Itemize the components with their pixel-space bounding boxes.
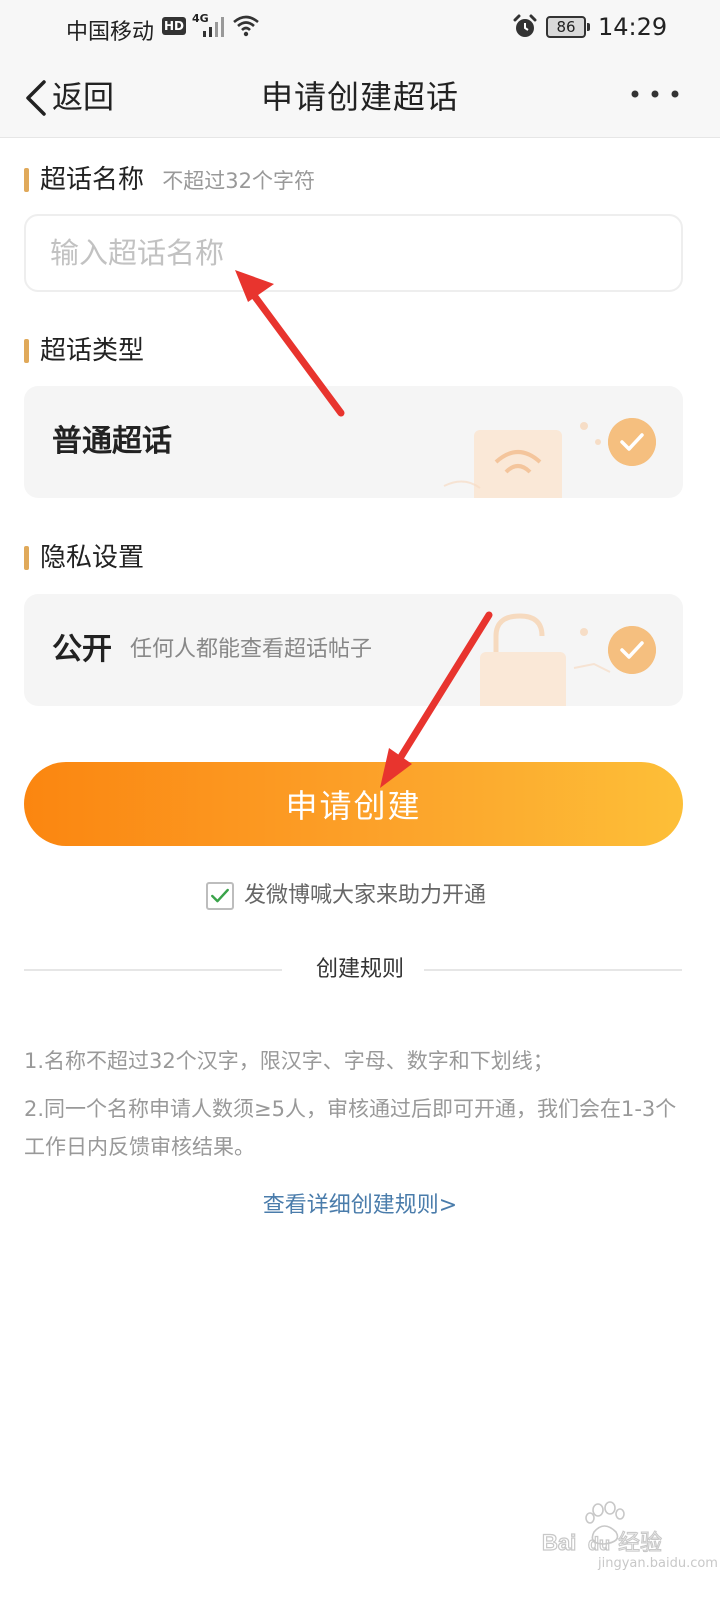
baidu-jingyan-watermark: Bai du 经验 jingyan.baidu.com bbox=[542, 1500, 718, 1580]
apply-create-button[interactable]: 申请创建 bbox=[24, 762, 683, 846]
page-title: 申请创建超话 bbox=[260, 78, 459, 116]
topic-type-option[interactable]: 普通超话 bbox=[24, 386, 683, 498]
name-section-label: 超话名称 bbox=[40, 165, 145, 195]
privacy-description: 任何人都能查看超话帖子 bbox=[130, 637, 373, 662]
privacy-option[interactable]: 公开 任何人都能查看超话帖子 bbox=[24, 594, 683, 706]
carrier-name: 中国移动 bbox=[66, 20, 155, 45]
clock: 14:29 bbox=[598, 13, 668, 41]
type-section-title: 超话类型 bbox=[24, 333, 144, 369]
privacy-section-title: 隐私设置 bbox=[24, 540, 144, 576]
checkbox-checked-icon[interactable] bbox=[206, 882, 234, 910]
more-dots-icon[interactable] bbox=[630, 86, 680, 102]
section-accent-bar bbox=[24, 168, 29, 192]
topic-illustration-icon bbox=[443, 422, 601, 498]
status-bar: 中国移动 HD 4G 86 14:29 bbox=[0, 0, 720, 56]
section-accent-bar bbox=[24, 339, 29, 363]
nav-bar: 返回 申请创建超话 bbox=[0, 56, 720, 138]
hd-badge: HD bbox=[162, 17, 187, 35]
rules-heading: 创建规则 bbox=[315, 957, 404, 982]
battery-indicator: 86 bbox=[546, 16, 590, 38]
svg-text:Bai: Bai bbox=[542, 1530, 576, 1555]
baidu-logo: Bai du 经验 bbox=[542, 1501, 663, 1556]
topic-name-input[interactable] bbox=[24, 214, 683, 292]
watermark-url: jingyan.baidu.com bbox=[598, 1556, 718, 1571]
privacy-section-label: 隐私设置 bbox=[40, 543, 145, 573]
signal-icon bbox=[203, 17, 224, 37]
wifi-icon bbox=[233, 15, 259, 37]
svg-text:du: du bbox=[588, 1534, 610, 1554]
name-length-hint: 不超过32个字符 bbox=[162, 169, 316, 193]
check-circle-icon bbox=[608, 626, 656, 674]
section-accent-bar bbox=[24, 546, 29, 570]
privacy-label: 公开 bbox=[52, 632, 112, 667]
topic-type-label: 普通超话 bbox=[52, 424, 172, 459]
name-section-title: 超话名称 不超过32个字符 bbox=[24, 162, 315, 198]
rule-item-1: 1.名称不超过32个汉字，限汉字、字母、数字和下划线； bbox=[24, 1049, 554, 1073]
svg-text:经验: 经验 bbox=[618, 1531, 662, 1556]
check-circle-icon bbox=[608, 418, 656, 466]
lock-illustration-icon bbox=[480, 613, 611, 706]
share-label: 发微博喊大家来助力开通 bbox=[244, 883, 487, 908]
detailed-rules-link[interactable]: 查看详细创建规则> bbox=[0, 1190, 720, 1222]
type-section-label: 超话类型 bbox=[40, 336, 145, 366]
alarm-icon bbox=[513, 14, 537, 37]
rule-item-2: 2.同一个名称申请人数须≥5人，审核通过后即可开通，我们会在1-3个工作日内反馈… bbox=[24, 1097, 677, 1159]
